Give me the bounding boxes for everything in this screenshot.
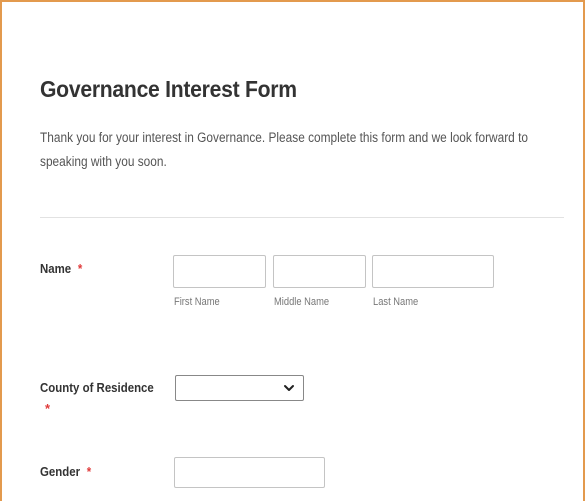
name-label: Name * xyxy=(40,261,82,276)
last-name-sublabel: Last Name xyxy=(373,296,419,308)
gender-label-text: Gender xyxy=(40,464,81,479)
name-label-text: Name xyxy=(40,261,72,276)
required-asterisk: * xyxy=(45,401,51,416)
form-container: Governance Interest Form Thank you for y… xyxy=(0,0,585,501)
required-asterisk: * xyxy=(77,261,83,276)
gender-label: Gender * xyxy=(40,464,91,479)
form-description: Thank you for your interest in Governanc… xyxy=(40,130,528,169)
chevron-down-icon xyxy=(283,381,295,399)
gender-input[interactable] xyxy=(174,457,325,488)
county-select[interactable] xyxy=(175,375,304,401)
county-label-text: County of Residence xyxy=(40,380,154,395)
middle-name-sublabel: Middle Name xyxy=(274,296,330,308)
middle-name-input[interactable] xyxy=(273,255,366,288)
last-name-input[interactable] xyxy=(372,255,494,288)
section-divider xyxy=(40,217,564,218)
required-asterisk: * xyxy=(86,464,92,479)
county-label: County of Residence xyxy=(40,380,154,395)
first-name-input[interactable] xyxy=(173,255,266,288)
first-name-sublabel: First Name xyxy=(174,296,220,308)
form-title: Governance Interest Form xyxy=(40,76,297,102)
